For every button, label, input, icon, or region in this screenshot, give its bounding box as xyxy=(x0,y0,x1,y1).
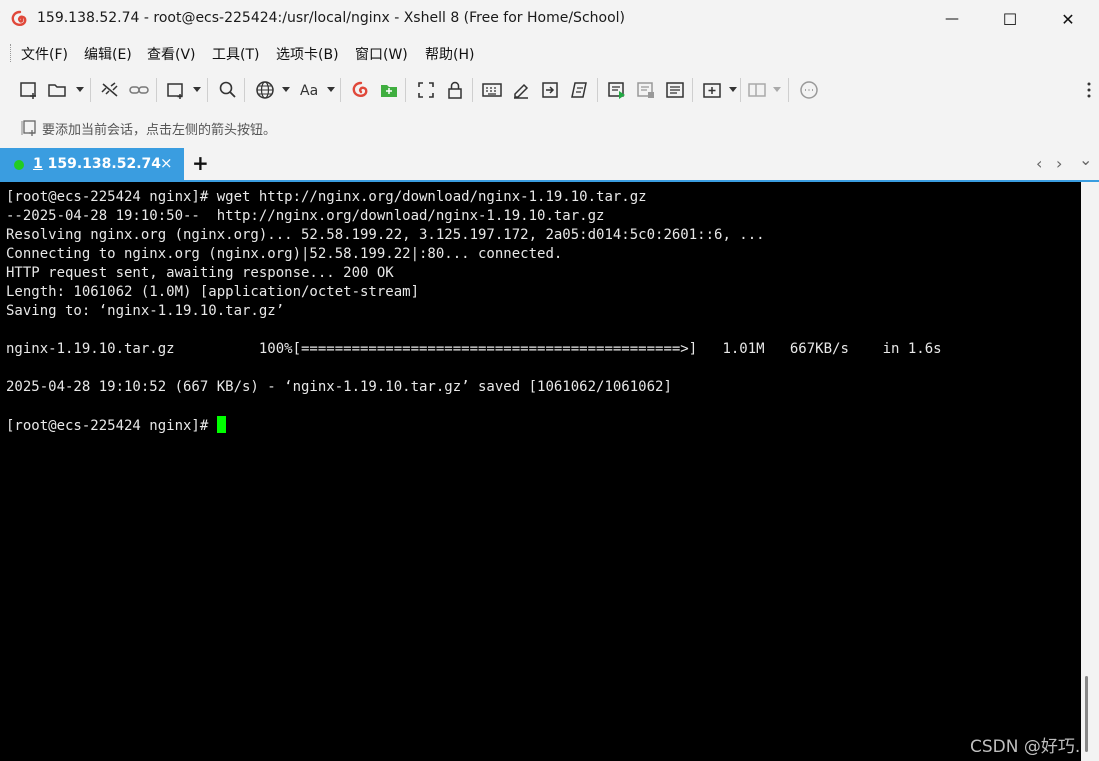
new-window-icon[interactable] xyxy=(164,78,188,102)
toolbar-separator xyxy=(788,78,789,102)
window-dropdown-caret[interactable] xyxy=(193,87,201,92)
tab-close-icon[interactable]: × xyxy=(160,154,173,172)
session-hint-text: 要添加当前会话，点击左侧的箭头按钮。 xyxy=(42,123,277,138)
keyboard-icon[interactable] xyxy=(480,78,504,102)
add-session-icon[interactable] xyxy=(19,119,37,137)
close-button[interactable]: ✕ xyxy=(1039,0,1097,38)
open-folder-icon[interactable] xyxy=(46,78,70,102)
terminal-scrollbar[interactable] xyxy=(1081,182,1099,761)
maximize-button[interactable]: ☐ xyxy=(981,0,1039,38)
menu-file[interactable]: 文件(F) xyxy=(21,44,68,64)
terminal-line: [root@ecs-225424 nginx]# wget http://ngi… xyxy=(6,189,647,205)
xshell-icon[interactable] xyxy=(349,78,373,102)
menu-bar: 文件(F) 编辑(E) 查看(V) 工具(T) 选项卡(B) 窗口(W) 帮助(… xyxy=(0,38,1099,68)
menu-help[interactable]: 帮助(H) xyxy=(425,44,474,64)
title-bar: 159.138.52.74 - root@ecs-225424:/usr/loc… xyxy=(0,0,1099,38)
toolbar: Aa xyxy=(0,72,1099,108)
menu-window[interactable]: 窗口(W) xyxy=(355,44,408,64)
terminal-line: Connecting to nginx.org (nginx.org)|52.5… xyxy=(6,246,563,262)
terminal-prompt: [root@ecs-225424 nginx]# xyxy=(6,418,217,434)
minimize-icon: — xyxy=(945,11,959,27)
terminal-cursor xyxy=(216,416,226,433)
window-title: 159.138.52.74 - root@ecs-225424:/usr/loc… xyxy=(37,10,625,26)
connection-status-icon xyxy=(14,160,24,170)
tab-prev-icon[interactable]: ‹ xyxy=(1036,154,1042,173)
menu-view[interactable]: 查看(V) xyxy=(147,44,196,64)
csdn-watermark: CSDN @好巧. xyxy=(970,737,1081,757)
disconnect-icon[interactable] xyxy=(98,78,122,102)
tab-next-icon[interactable]: › xyxy=(1056,154,1062,173)
lock-icon[interactable] xyxy=(443,78,467,102)
globe-icon[interactable] xyxy=(253,78,277,102)
xshell-app-icon xyxy=(11,10,27,26)
layout-icon[interactable] xyxy=(745,78,769,102)
minimize-button[interactable]: — xyxy=(923,0,981,38)
log-icon[interactable] xyxy=(663,78,687,102)
terminal-line: Saving to: ‘nginx-1.19.10.tar.gz’ xyxy=(6,303,285,319)
terminal-line: --2025-04-28 19:10:50-- http://nginx.org… xyxy=(6,208,605,224)
script-icon[interactable] xyxy=(567,78,591,102)
stop-icon[interactable] xyxy=(634,78,658,102)
toolbar-separator xyxy=(207,78,208,102)
terminal-prompt-line: [root@ecs-225424 nginx]# xyxy=(6,416,226,436)
toolbar-separator xyxy=(692,78,693,102)
record-icon[interactable] xyxy=(605,78,629,102)
layout-dropdown-caret[interactable] xyxy=(773,87,781,92)
menu-tabs[interactable]: 选项卡(B) xyxy=(276,44,339,64)
toolbar-separator xyxy=(740,78,741,102)
close-icon: ✕ xyxy=(1061,9,1075,29)
open-dropdown-caret[interactable] xyxy=(76,87,84,92)
toolbar-separator xyxy=(597,78,598,102)
scrollbar-thumb[interactable] xyxy=(1085,676,1088,752)
terminal-line: HTTP request sent, awaiting response... … xyxy=(6,265,394,281)
terminal-line: Resolving nginx.org (nginx.org)... 52.58… xyxy=(6,227,765,243)
toolbar-separator xyxy=(90,78,91,102)
font-dropdown-caret[interactable] xyxy=(327,87,335,92)
send-icon[interactable] xyxy=(538,78,562,102)
terminal-line: Length: 1061062 (1.0M) [application/octe… xyxy=(6,284,420,300)
more-icon[interactable] xyxy=(1087,80,1091,100)
tab-label: 1 159.138.52.74 xyxy=(33,156,161,172)
toolbar-separator xyxy=(244,78,245,102)
new-tab-icon[interactable] xyxy=(700,78,724,102)
menu-tools[interactable]: 工具(T) xyxy=(212,44,259,64)
add-tab-icon[interactable]: + xyxy=(192,151,209,175)
tab-menu-icon[interactable]: ⌄ xyxy=(1079,150,1092,169)
xftp-icon[interactable] xyxy=(377,78,401,102)
toolbar-separator xyxy=(472,78,473,102)
reconnect-icon[interactable] xyxy=(127,78,151,102)
menu-edit[interactable]: 编辑(E) xyxy=(84,44,132,64)
fullscreen-icon[interactable] xyxy=(414,78,438,102)
maximize-icon: ☐ xyxy=(1002,9,1018,29)
new-tab-dropdown-caret[interactable] xyxy=(729,87,737,92)
svg-text:Aa: Aa xyxy=(300,83,318,99)
terminal-line: nginx-1.19.10.tar.gz 100%[==============… xyxy=(6,341,942,357)
highlight-icon[interactable] xyxy=(509,78,533,102)
toolbar-separator xyxy=(340,78,341,102)
toolbar-separator xyxy=(405,78,406,102)
globe-dropdown-caret[interactable] xyxy=(282,87,290,92)
chat-icon[interactable] xyxy=(797,78,821,102)
terminal-line: 2025-04-28 19:10:52 (667 KB/s) - ‘nginx-… xyxy=(6,379,672,395)
terminal-pane[interactable]: [root@ecs-225424 nginx]# wget http://ngi… xyxy=(0,182,1081,761)
tab-host: 159.138.52.74 xyxy=(42,156,161,172)
new-session-icon[interactable] xyxy=(17,78,41,102)
tab-number: 1 xyxy=(33,156,43,172)
toolbar-separator xyxy=(156,78,157,102)
find-icon[interactable] xyxy=(216,78,240,102)
font-icon[interactable]: Aa xyxy=(298,78,324,102)
